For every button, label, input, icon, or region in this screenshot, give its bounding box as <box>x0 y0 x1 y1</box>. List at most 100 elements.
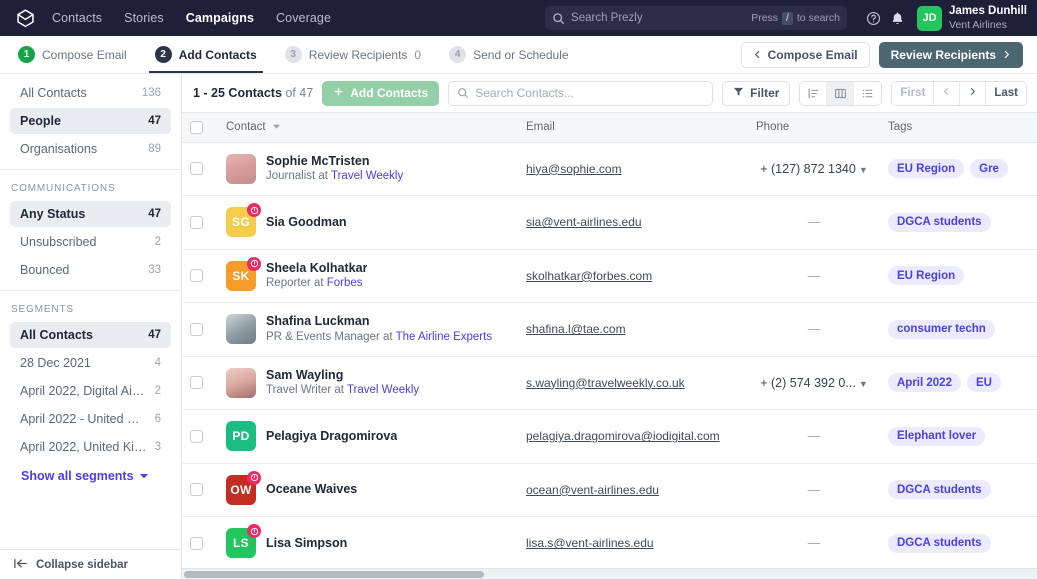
review-recipients-next-button[interactable]: Review Recipients <box>878 41 1023 68</box>
sidebar-item-segment-28-dec-2021[interactable]: 28 Dec 2021 4 <box>10 350 171 376</box>
phone-number[interactable]: + (2) 574 392 0... <box>760 376 856 390</box>
email-link[interactable]: skolhatkar@forbes.com <box>526 269 652 283</box>
table-row[interactable]: OW Oceane Waives ocean@vent-airlines.edu — D… <box>182 463 1037 517</box>
avatar[interactable] <box>226 314 256 345</box>
help-circle-icon[interactable] <box>861 6 885 30</box>
search-contacts-field[interactable] <box>448 80 714 106</box>
filter-button[interactable]: Filter <box>722 80 791 106</box>
table-row[interactable]: PD Pelagiya Dragomirova pelagiya.dragomiro… <box>182 409 1037 464</box>
column-header-email[interactable]: Email <box>518 113 748 143</box>
step-compose-email[interactable]: 1 Compose Email <box>16 36 141 73</box>
contact-name[interactable]: Lisa Simpson <box>266 535 347 552</box>
bell-icon[interactable] <box>885 6 909 30</box>
row-checkbox[interactable] <box>190 536 203 550</box>
sidebar-item-organisations[interactable]: Organisations 89 <box>10 136 171 162</box>
table-row[interactable]: LS Lisa Simpson lisa.s@vent-airlines.edu — D… <box>182 516 1037 571</box>
tag-pill[interactable]: Elephant lover <box>888 426 986 446</box>
row-checkbox[interactable] <box>190 162 203 176</box>
email-link[interactable]: lisa.s@vent-airlines.edu <box>526 536 654 550</box>
table-row[interactable]: Shafina Luckman PR & Events Manager at Th… <box>182 302 1037 357</box>
avatar[interactable]: OW <box>226 470 261 505</box>
tag-pill[interactable]: DGCA students <box>888 212 991 232</box>
phone-number[interactable]: + (127) 872 1340 <box>760 162 856 176</box>
avatar[interactable]: SG <box>226 203 261 238</box>
email-link[interactable]: shafina.l@tae.com <box>526 322 626 336</box>
tag-pill[interactable]: DGCA students <box>888 533 991 553</box>
nav-item-stories[interactable]: Stories <box>124 11 164 25</box>
step-add-contacts[interactable]: 2 Add Contacts <box>141 36 271 73</box>
sidebar-item-any-status[interactable]: Any Status 47 <box>10 201 171 227</box>
avatar[interactable] <box>226 153 256 184</box>
contact-name[interactable]: Pelagiya Dragomirova <box>266 428 397 445</box>
sidebar-item-segment-all-contacts[interactable]: All Contacts 47 <box>10 322 171 348</box>
email-link[interactable]: ocean@vent-airlines.edu <box>526 483 659 497</box>
row-checkbox[interactable] <box>190 269 203 283</box>
email-link[interactable]: hiya@sophie.com <box>526 162 622 176</box>
page-last-button[interactable]: Last <box>986 81 1026 105</box>
sidebar-item-segment-april-2022-uk-1[interactable]: April 2022 - United Kin... 6 <box>10 406 171 432</box>
contact-organisation[interactable]: Forbes <box>327 277 363 289</box>
avatar[interactable]: SK <box>226 256 261 291</box>
avatar[interactable] <box>226 367 256 398</box>
global-search[interactable]: Press / to search <box>545 6 848 30</box>
search-contacts-input[interactable] <box>475 86 705 100</box>
contact-name[interactable]: Shafina Luckman <box>266 313 492 330</box>
list-icon[interactable] <box>854 81 882 105</box>
user-info[interactable]: James Dunhill Vent Airlines <box>949 4 1027 32</box>
row-checkbox[interactable] <box>190 215 203 229</box>
page-next-button[interactable] <box>960 81 987 105</box>
page-prev-button[interactable] <box>934 81 961 105</box>
tag-pill[interactable]: EU Region <box>888 266 965 286</box>
sidebar-item-segment-april-2022-uk-2[interactable]: April 2022, United King... 3 <box>10 434 171 460</box>
page-first-button[interactable]: First <box>892 81 935 105</box>
contact-name[interactable]: Sam Wayling <box>266 367 419 384</box>
collapse-sidebar-button[interactable]: Collapse sidebar <box>0 549 181 579</box>
column-header-contact[interactable]: Contact <box>218 113 518 143</box>
sort-icon[interactable] <box>800 81 828 105</box>
avatar[interactable]: JD <box>917 5 943 31</box>
nav-item-campaigns[interactable]: Campaigns <box>186 11 254 25</box>
table-row[interactable]: Sophie McTristen Journalist at Travel Wee… <box>182 142 1037 196</box>
avatar[interactable]: PD <box>226 421 256 452</box>
prezly-envelope-logo[interactable] <box>14 7 36 29</box>
sidebar-item-people[interactable]: People 47 <box>10 108 171 134</box>
select-all-checkbox[interactable] <box>190 120 203 134</box>
tag-pill[interactable]: April 2022 <box>888 373 961 393</box>
tag-pill[interactable]: consumer techn <box>888 319 995 339</box>
row-checkbox[interactable] <box>190 376 203 390</box>
show-all-segments-button[interactable]: Show all segments <box>10 462 171 490</box>
nav-item-coverage[interactable]: Coverage <box>276 11 331 25</box>
step-send-or-schedule[interactable]: 4 Send or Schedule <box>435 36 582 73</box>
compose-email-back-button[interactable]: Compose Email <box>740 41 870 68</box>
tag-pill[interactable]: EU Region <box>888 159 965 179</box>
column-header-phone[interactable]: Phone <box>748 113 880 143</box>
nav-item-contacts[interactable]: Contacts <box>52 11 102 25</box>
email-link[interactable]: pelagiya.dragomirova@iodigital.com <box>526 429 720 443</box>
add-contacts-button[interactable]: Add Contacts <box>322 80 440 106</box>
sidebar-item-all-contacts[interactable]: All Contacts 136 <box>10 80 171 106</box>
column-header-tags[interactable]: Tags <box>880 113 1037 143</box>
contact-organisation[interactable]: Travel Weekly <box>347 384 419 396</box>
contact-name[interactable]: Sophie McTristen <box>266 153 403 170</box>
row-checkbox[interactable] <box>190 322 203 336</box>
horizontal-scrollbar[interactable] <box>182 568 1037 579</box>
table-row[interactable]: Sam Wayling Travel Writer at Travel Weekl… <box>182 356 1037 410</box>
sidebar-item-unsubscribed[interactable]: Unsubscribed 2 <box>10 229 171 255</box>
caret-down-icon[interactable]: ▼ <box>859 165 868 175</box>
avatar[interactable]: LS <box>226 524 261 559</box>
row-checkbox[interactable] <box>190 429 203 443</box>
row-checkbox[interactable] <box>190 483 203 497</box>
global-search-input[interactable] <box>571 12 752 24</box>
contact-name[interactable]: Oceane Waives <box>266 481 357 498</box>
horizontal-scrollbar-thumb[interactable] <box>184 571 484 578</box>
tag-pill[interactable]: Gre <box>970 159 1008 179</box>
contact-name[interactable]: Sheela Kolhatkar <box>266 260 367 277</box>
tag-pill[interactable]: DGCA students <box>888 480 991 500</box>
sidebar-item-segment-april-2022-digital[interactable]: April 2022, Digital Airlin... 2 <box>10 378 171 404</box>
tag-pill[interactable]: EU <box>966 373 1001 393</box>
caret-down-icon[interactable]: ▼ <box>859 379 868 389</box>
columns-icon[interactable] <box>827 81 855 105</box>
email-link[interactable]: s.wayling@travelweekly.co.uk <box>526 376 685 390</box>
table-row[interactable]: SG Sia Goodman sia@vent-airlines.edu — DGCA … <box>182 195 1037 250</box>
step-review-recipients[interactable]: 3 Review Recipients 0 <box>271 36 435 73</box>
